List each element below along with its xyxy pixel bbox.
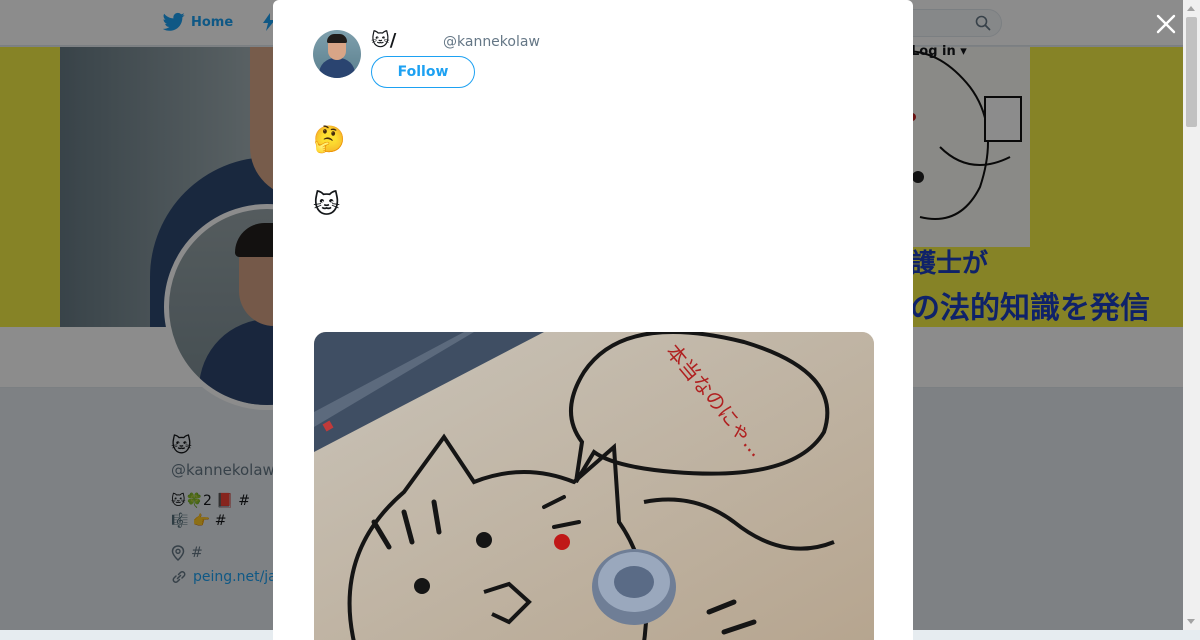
tweet-text: 🤔 🐱 — [313, 92, 913, 254]
tweet-author-name[interactable]: 🐱/ — [371, 30, 396, 51]
close-icon — [1156, 14, 1176, 34]
tweet-modal: 🐱/ @kannekolaw Follow 🤔 🐱 本当なのにゃ... — [273, 0, 913, 640]
tweet-author-handle[interactable]: @kannekolaw — [443, 34, 540, 50]
scrollbar-thumb[interactable] — [1186, 17, 1197, 127]
tweet-paragraph: 🐱 — [313, 190, 341, 220]
tweet-photo[interactable]: 本当なのにゃ... — [314, 332, 874, 640]
tweet-paragraph: 🤔 — [313, 125, 346, 155]
follow-button[interactable]: Follow — [371, 56, 475, 88]
page-scrollbar[interactable] — [1183, 0, 1200, 630]
cat-drawing-photo: 本当なのにゃ... — [314, 332, 874, 640]
tweet-author-avatar[interactable] — [313, 30, 361, 78]
close-button[interactable] — [1153, 11, 1179, 37]
